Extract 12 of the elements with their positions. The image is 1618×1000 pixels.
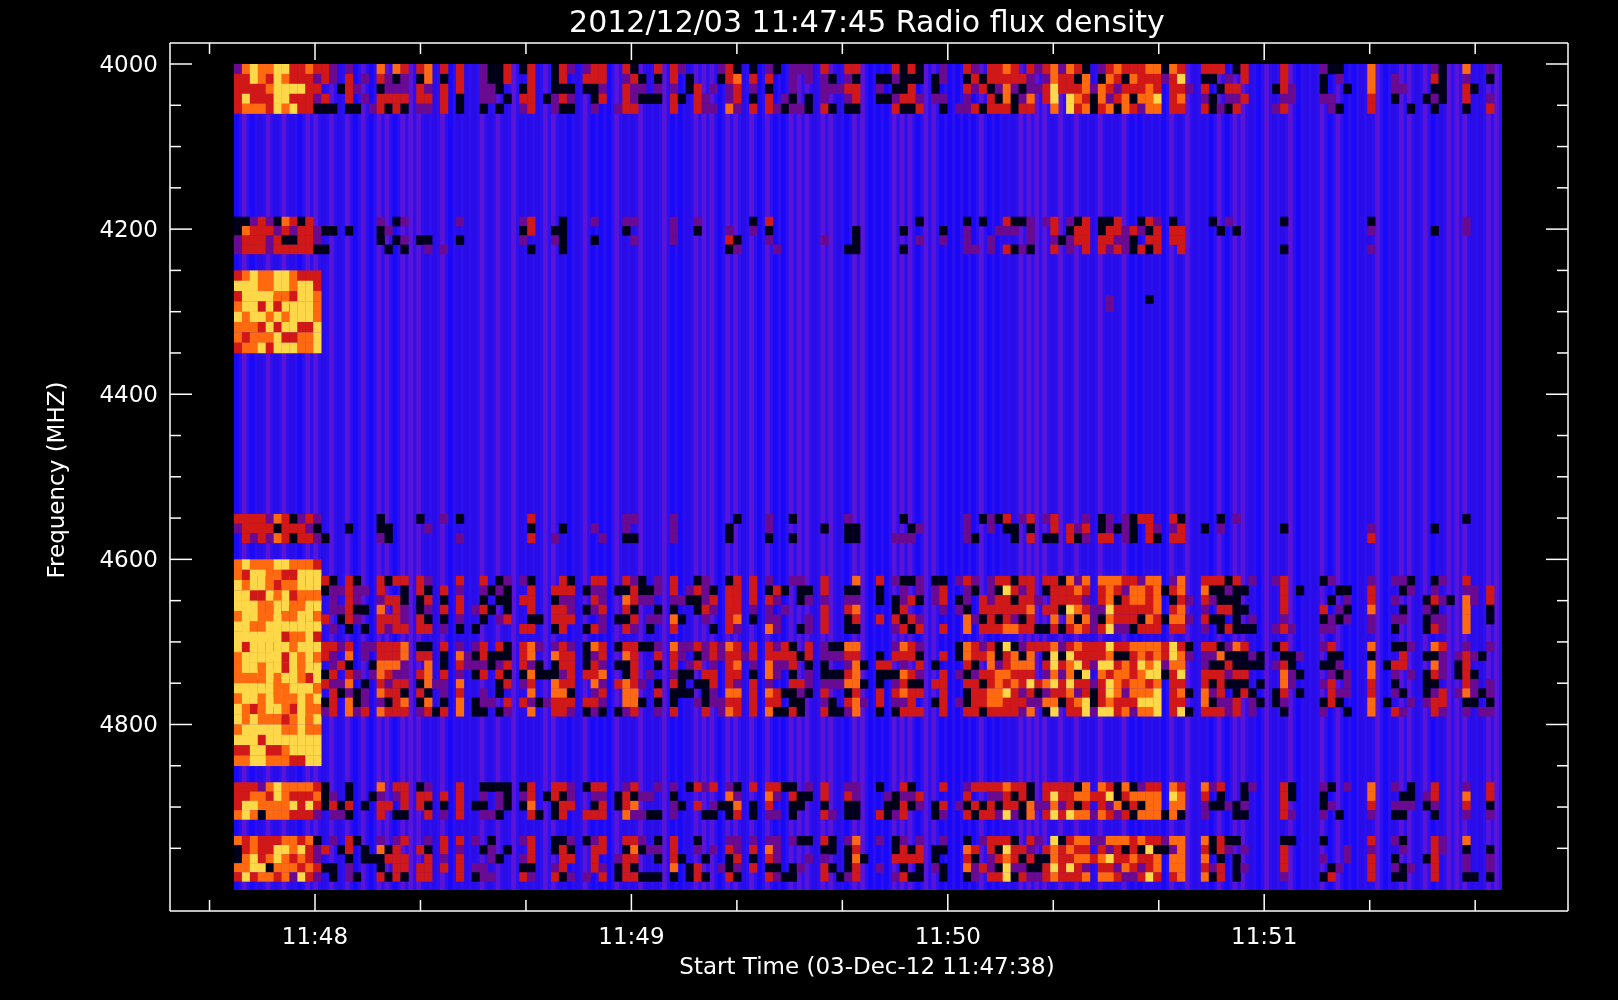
y-axis-label: Frequency (MHZ)	[43, 381, 69, 579]
x-axis-label: Start Time (03-Dec-12 11:47:38)	[679, 953, 1055, 979]
chart-title: 2012/12/03 11:47:45 Radio flux density	[569, 4, 1165, 39]
axis-tick-label: 11:50	[914, 923, 981, 949]
axis-tick-label: 4000	[99, 51, 158, 77]
axis-tick-label: 4800	[99, 711, 158, 738]
axis-tick-label: 4600	[99, 546, 158, 573]
axis-tick-label: 4200	[99, 216, 158, 243]
axis-tick-label: 11:49	[598, 923, 665, 949]
axis-tick-label: 4400	[99, 381, 158, 408]
axis-tick-label: 11:51	[1231, 923, 1298, 949]
axis-tick-label: 11:48	[281, 923, 349, 949]
